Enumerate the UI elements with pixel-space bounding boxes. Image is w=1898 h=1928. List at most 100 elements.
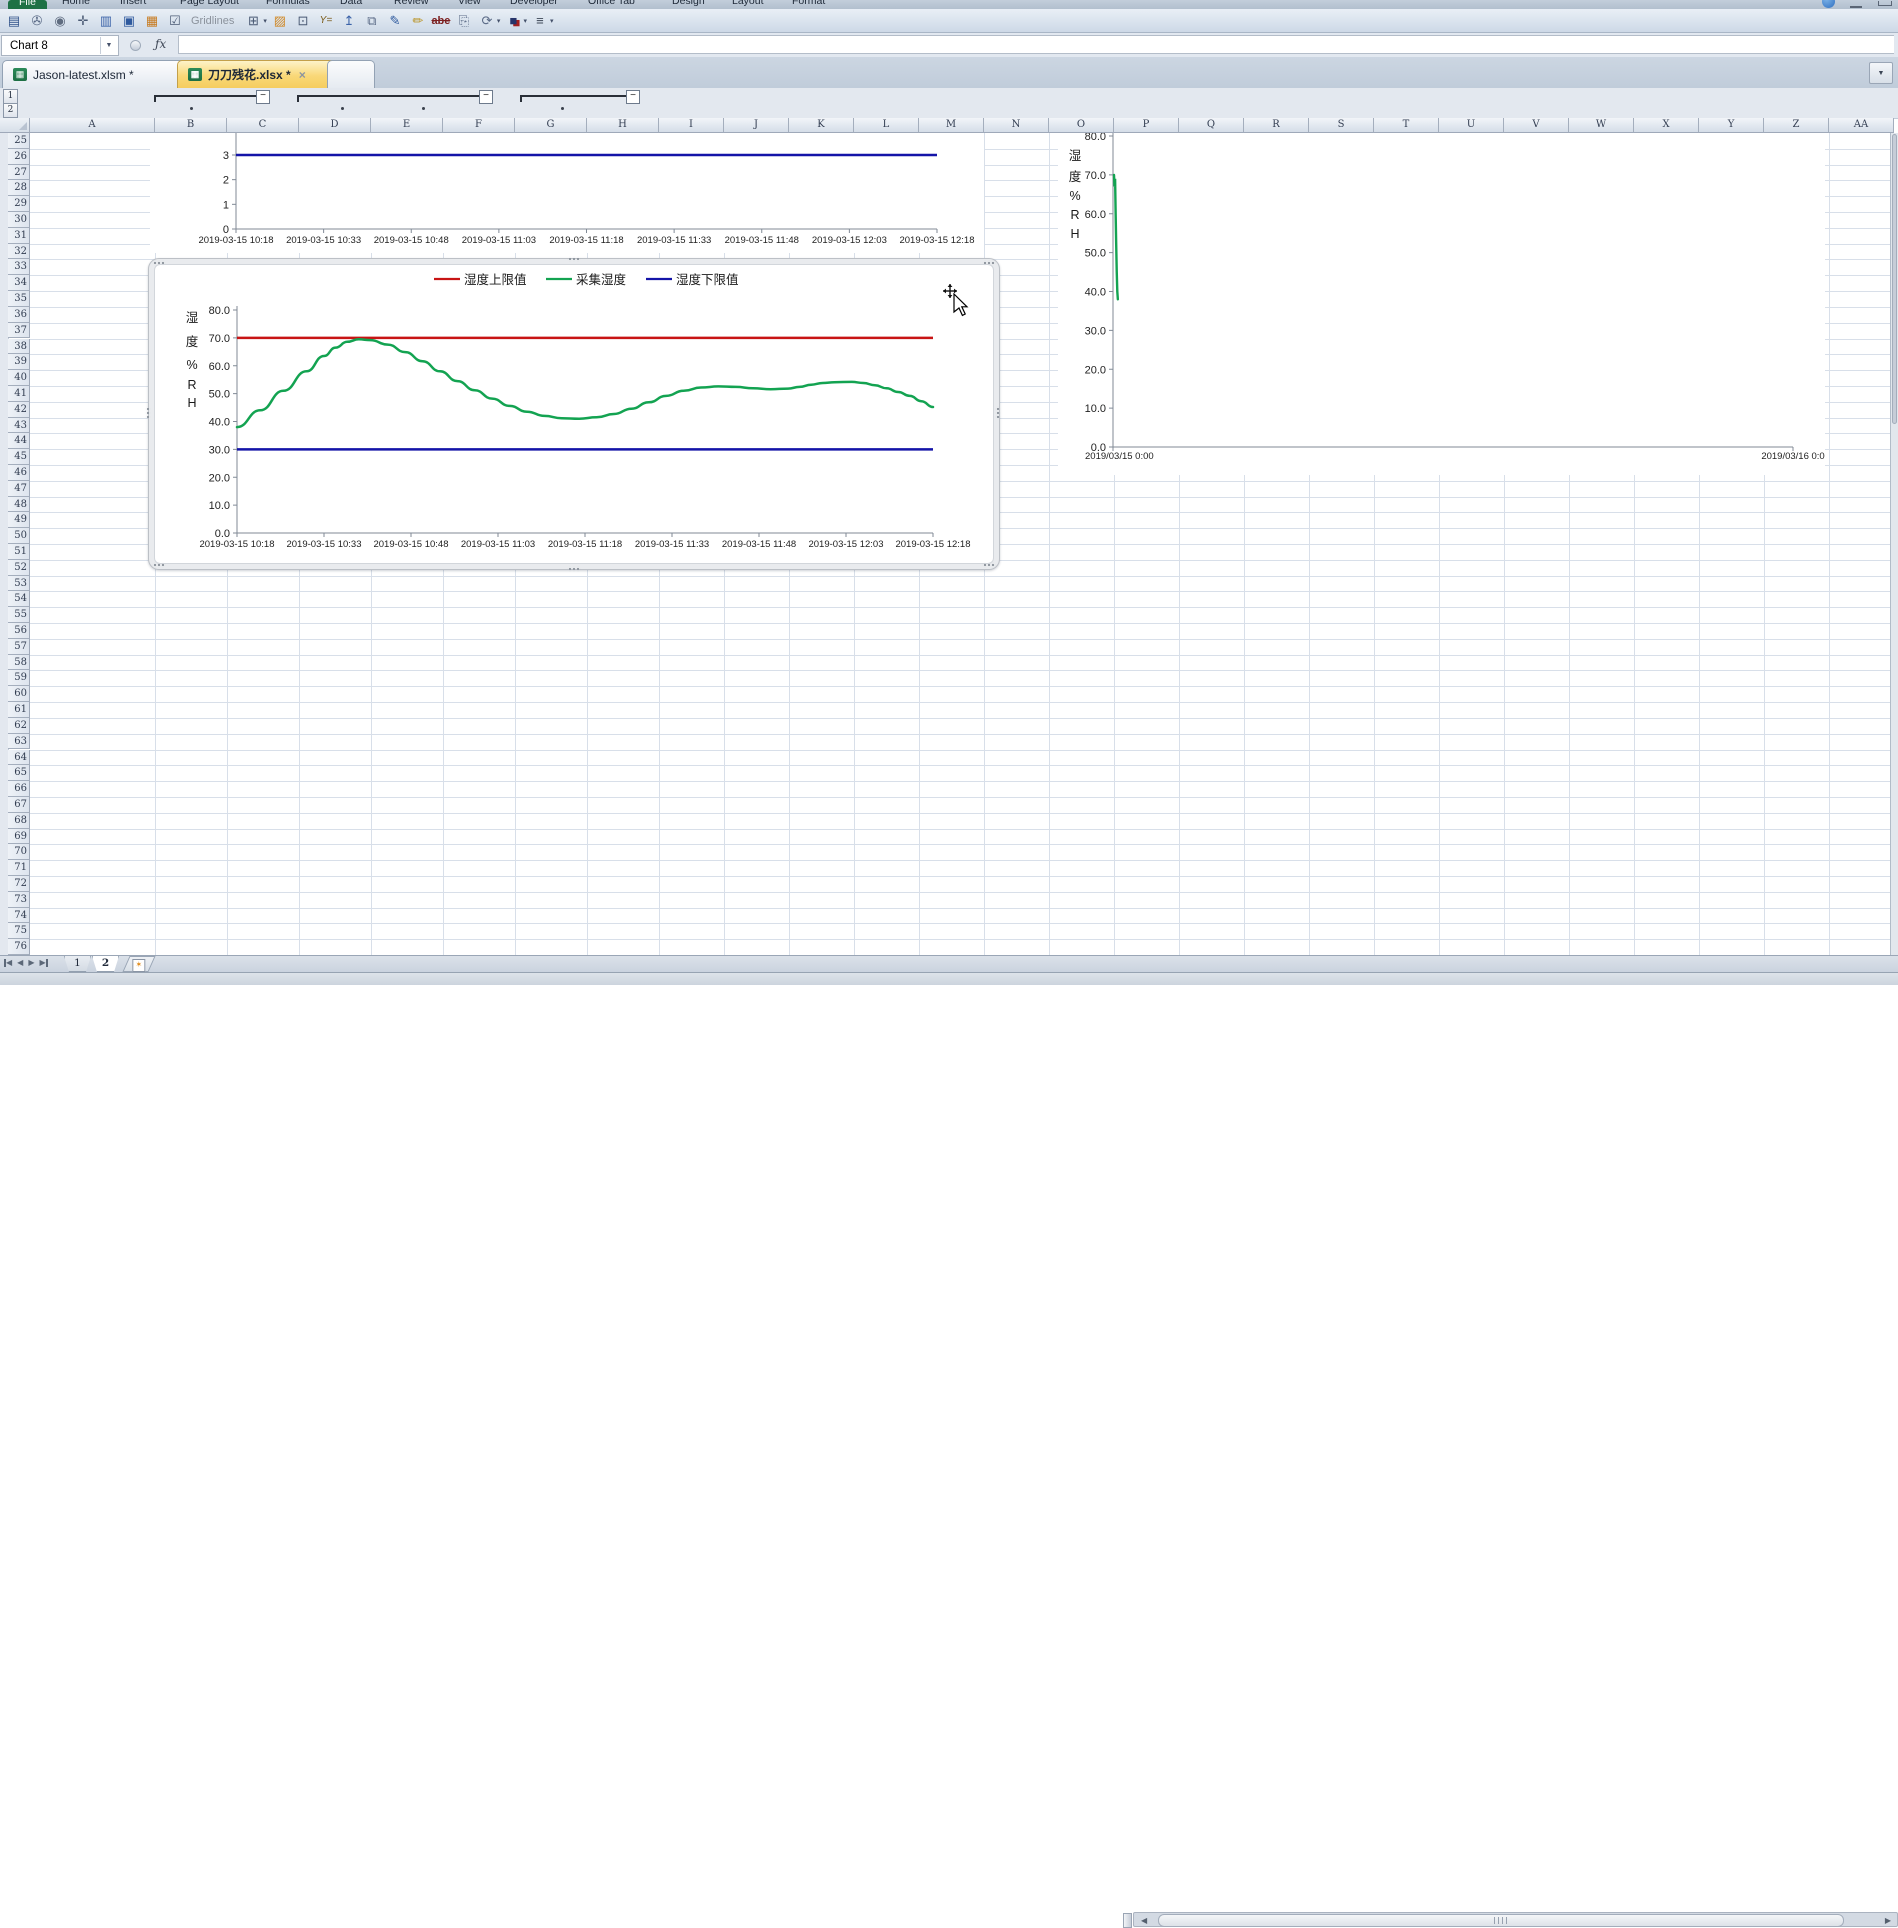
row-header-38[interactable]: 38 bbox=[8, 338, 30, 355]
row-header-45[interactable]: 45 bbox=[8, 449, 30, 465]
page-setup-icon[interactable]: ⎘ bbox=[453, 12, 475, 30]
print-preview-icon[interactable]: ⊡ bbox=[292, 12, 314, 30]
name-box-input[interactable] bbox=[2, 38, 100, 53]
row-header-46[interactable]: 46 bbox=[8, 464, 30, 481]
column-header-G[interactable]: G bbox=[515, 118, 587, 133]
formula-bar-divider-button[interactable] bbox=[130, 40, 141, 51]
selection-handle[interactable] bbox=[145, 406, 151, 420]
menu-item-view[interactable]: View bbox=[458, 0, 481, 7]
column-header-E[interactable]: E bbox=[371, 118, 443, 133]
row-header-49[interactable]: 49 bbox=[8, 512, 30, 529]
menu-item-page-layout[interactable]: Page Layout bbox=[180, 0, 239, 7]
selection-handle[interactable] bbox=[995, 406, 1001, 420]
column-header-P[interactable]: P bbox=[1114, 118, 1179, 133]
menu-item-design[interactable]: Design bbox=[672, 0, 705, 7]
row-header-63[interactable]: 63 bbox=[8, 733, 30, 750]
top-chart[interactable]: 01232019-03-15 10:18 2019-03-15 10:33 2019… bbox=[150, 133, 984, 253]
column-header-K[interactable]: K bbox=[789, 118, 854, 133]
row-header-60[interactable]: 60 bbox=[8, 686, 30, 703]
row-header-44[interactable]: 44 bbox=[8, 433, 30, 450]
fill-color-icon[interactable]: ■ bbox=[502, 12, 524, 30]
fit-selection-icon[interactable]: ✛ bbox=[72, 12, 94, 30]
row-header-41[interactable]: 41 bbox=[8, 385, 30, 402]
outline-collapse-button[interactable]: − bbox=[256, 90, 270, 104]
column-header-J[interactable]: J bbox=[724, 118, 789, 133]
arrange-panes-icon[interactable]: ▥ bbox=[95, 12, 117, 30]
help-icon[interactable] bbox=[1822, 0, 1835, 8]
column-header-A[interactable]: A bbox=[30, 118, 155, 133]
scroll-next-icon[interactable]: ▶ bbox=[28, 958, 34, 967]
row-header-35[interactable]: 35 bbox=[8, 291, 30, 307]
column-header-O[interactable]: O bbox=[1049, 118, 1114, 133]
row-header-68[interactable]: 68 bbox=[8, 812, 30, 829]
column-header-Y[interactable]: Y bbox=[1699, 118, 1764, 133]
column-header-AA[interactable]: AA bbox=[1829, 118, 1894, 133]
outline-level-2[interactable]: 2 bbox=[3, 103, 18, 118]
outline-collapse-button[interactable]: − bbox=[479, 90, 493, 104]
row-header-52[interactable]: 52 bbox=[8, 559, 30, 576]
right-chart[interactable]: 湿度%RH0.010.020.030.040.050.060.070.080.0… bbox=[1058, 133, 1825, 475]
column-header-S[interactable]: S bbox=[1309, 118, 1374, 133]
row-header-70[interactable]: 70 bbox=[8, 844, 30, 861]
row-header-73[interactable]: 73 bbox=[8, 891, 30, 908]
row-header-42[interactable]: 42 bbox=[8, 401, 30, 418]
scroll-right-icon[interactable]: ▶ bbox=[1885, 1916, 1891, 1925]
column-header-B[interactable]: B bbox=[155, 118, 227, 133]
formula-bar-input[interactable] bbox=[178, 35, 1894, 54]
row-header-67[interactable]: 67 bbox=[8, 796, 30, 813]
table-style-icon[interactable]: ▦ bbox=[141, 12, 163, 30]
doc-tab-daodao-canhua[interactable]: ▦ 刀刀残花.xlsx * × bbox=[177, 60, 345, 88]
formula-y-icon[interactable]: Y= bbox=[315, 12, 337, 30]
row-header-75[interactable]: 75 bbox=[8, 923, 30, 940]
row-header-33[interactable]: 33 bbox=[8, 259, 30, 276]
doc-tab-jason-latest[interactable]: ▦ Jason-latest.xlsm * bbox=[2, 60, 196, 88]
column-header-M[interactable]: M bbox=[919, 118, 984, 133]
row-header-62[interactable]: 62 bbox=[8, 717, 30, 734]
sheet-tab-2[interactable]: 2 bbox=[92, 956, 119, 972]
save-icon[interactable]: ▤ bbox=[3, 12, 25, 30]
row-header-51[interactable]: 51 bbox=[8, 544, 30, 560]
name-box-dropdown-icon[interactable]: ▼ bbox=[100, 37, 117, 54]
insert-worksheet-tab[interactable]: ✶ bbox=[122, 956, 156, 972]
up-level-icon[interactable]: ↥ bbox=[338, 12, 360, 30]
row-header-58[interactable]: 58 bbox=[8, 654, 30, 671]
column-header-X[interactable]: X bbox=[1634, 118, 1699, 133]
menu-item-layout[interactable]: Layout bbox=[732, 0, 764, 7]
outline-level-1[interactable]: 1 bbox=[3, 89, 18, 104]
row-header-69[interactable]: 69 bbox=[8, 828, 30, 845]
row-header-37[interactable]: 37 bbox=[8, 322, 30, 339]
column-header-W[interactable]: W bbox=[1569, 118, 1634, 133]
menu-item-insert[interactable]: Insert bbox=[120, 0, 146, 7]
scroll-left-icon[interactable]: ◀ bbox=[1141, 1916, 1147, 1925]
column-header-F[interactable]: F bbox=[443, 118, 515, 133]
column-header-C[interactable]: C bbox=[227, 118, 299, 133]
row-header-76[interactable]: 76 bbox=[8, 939, 30, 955]
row-header-47[interactable]: 47 bbox=[8, 480, 30, 497]
row-header-56[interactable]: 56 bbox=[8, 623, 30, 639]
column-header-Z[interactable]: Z bbox=[1764, 118, 1829, 133]
menu-item-formulas[interactable]: Formulas bbox=[266, 0, 310, 7]
toolbar-options-icon[interactable]: ≡ bbox=[529, 12, 551, 30]
edit-sheet-icon[interactable]: ✎ bbox=[384, 12, 406, 30]
selection-handle[interactable] bbox=[567, 566, 581, 572]
row-header-26[interactable]: 26 bbox=[8, 148, 30, 165]
row-header-43[interactable]: 43 bbox=[8, 417, 30, 434]
row-header-31[interactable]: 31 bbox=[8, 227, 30, 244]
sheet-tab-1[interactable]: 1 bbox=[64, 956, 91, 972]
chart8-plot[interactable]: 湿度上限值 采集湿度 湿度下限值湿度%RH0.010.020.030.040.050… bbox=[154, 264, 994, 564]
row-header-65[interactable]: 65 bbox=[8, 765, 30, 782]
horizontal-scroll-thumb[interactable] bbox=[1158, 1914, 1844, 1927]
column-header-I[interactable]: I bbox=[659, 118, 724, 133]
row-header-36[interactable]: 36 bbox=[8, 306, 30, 323]
column-header-N[interactable]: N bbox=[984, 118, 1049, 133]
row-header-61[interactable]: 61 bbox=[8, 702, 30, 718]
checkbox-control-icon[interactable]: ☑ bbox=[164, 12, 186, 30]
menu-item-home[interactable]: Home bbox=[62, 0, 90, 7]
row-header-59[interactable]: 59 bbox=[8, 670, 30, 687]
row-header-74[interactable]: 74 bbox=[8, 907, 30, 924]
vertical-scroll-thumb[interactable] bbox=[1892, 134, 1897, 424]
column-header-U[interactable]: U bbox=[1439, 118, 1504, 133]
legend-item[interactable]: 湿度上限值 bbox=[434, 272, 527, 287]
row-header-55[interactable]: 55 bbox=[8, 607, 30, 624]
row-header-54[interactable]: 54 bbox=[8, 591, 30, 608]
